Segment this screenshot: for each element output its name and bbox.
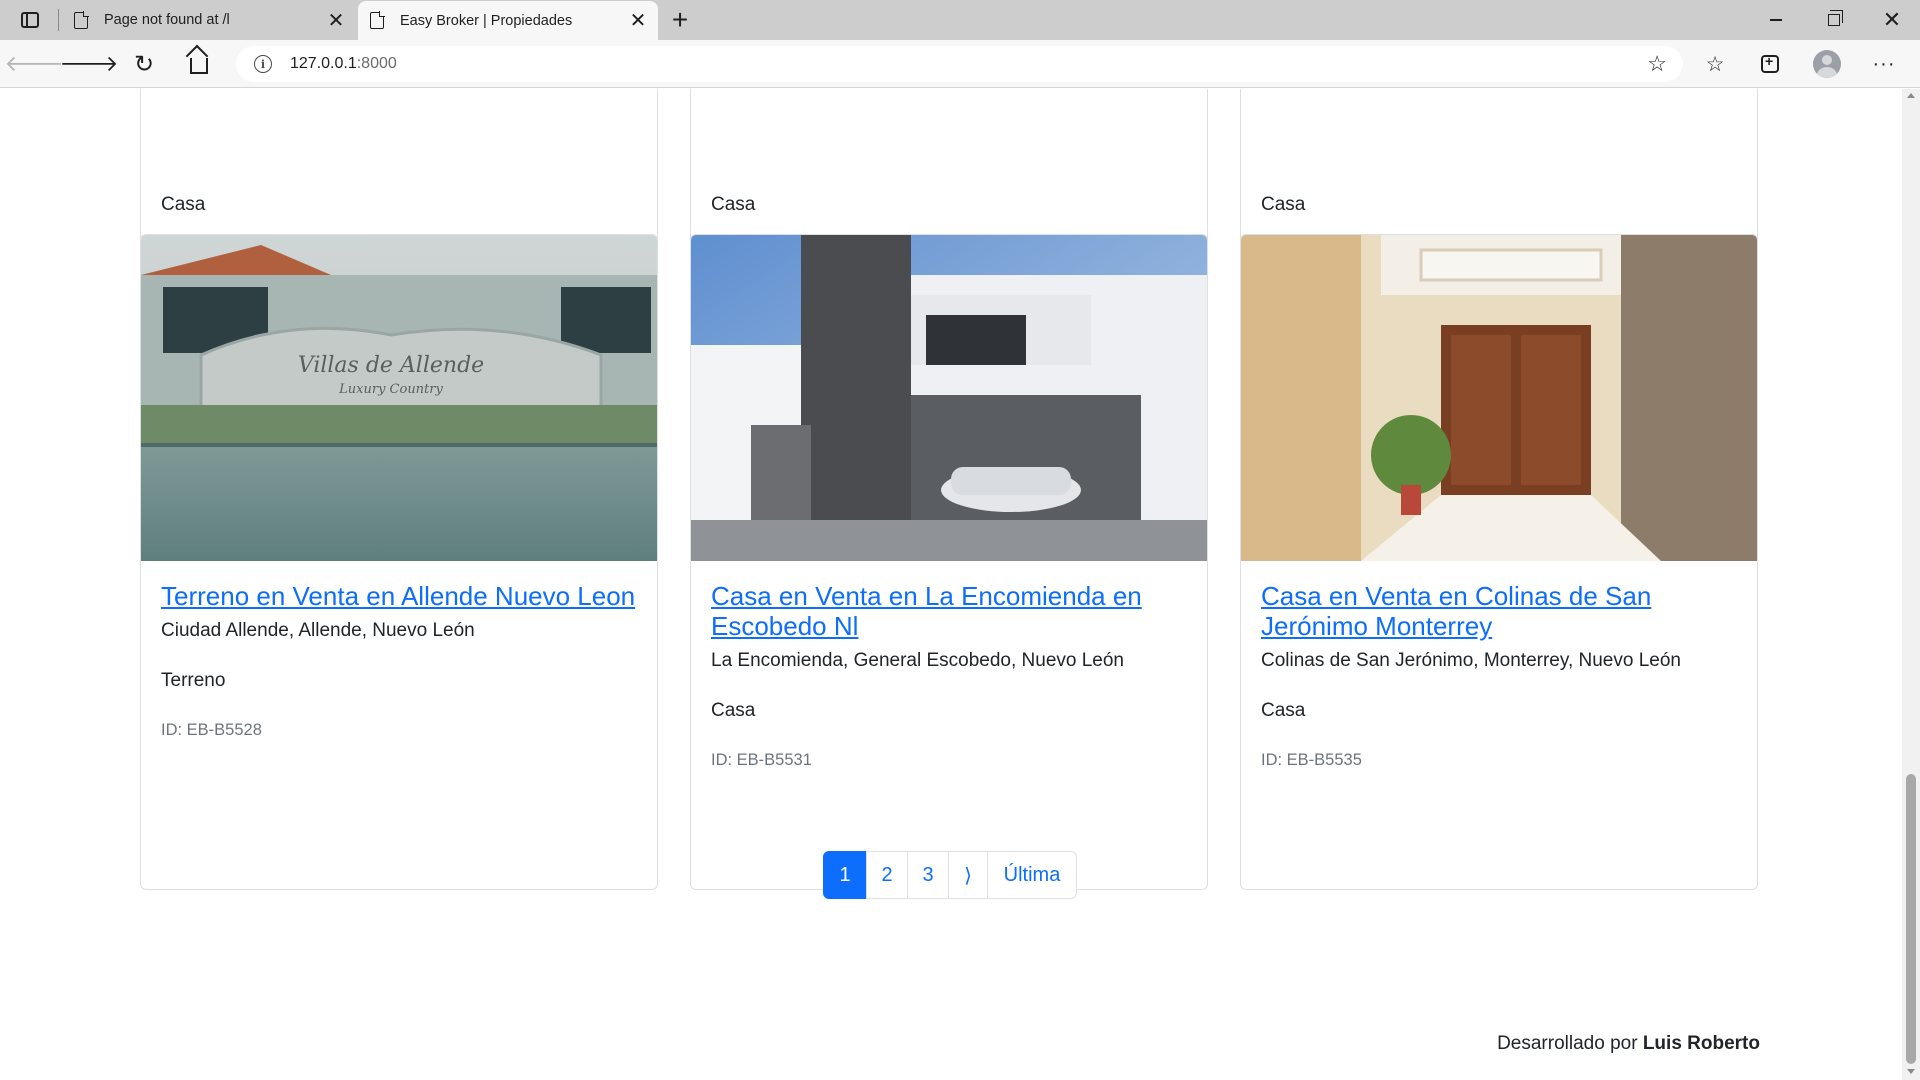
new-tab-button[interactable]: + — [664, 4, 696, 36]
page-link-1[interactable]: 1 — [823, 851, 867, 899]
property-type: Casa — [1261, 700, 1306, 721]
restore-button[interactable] — [1806, 0, 1862, 40]
sign-text: Villas de Allende — [298, 353, 484, 378]
tab-close-icon[interactable]: ✕ — [322, 6, 350, 34]
footer-prefix: Desarrollado por — [1497, 1033, 1638, 1054]
scroll-down-arrow[interactable] — [1907, 1069, 1915, 1074]
browser-toolbar: 🡐 🡒 ↻ i 127.0.0.1:8000 ☆ ☆ ··· — [0, 40, 1920, 88]
sign-subtext: Luxury Country — [338, 382, 443, 397]
page-icon — [370, 11, 385, 29]
reload-icon[interactable]: ↻ — [126, 48, 162, 80]
property-type: Terreno — [161, 670, 226, 691]
page-viewport: Casa ID: EB-B5517 Casa ID: EB-B5519 Casa… — [0, 89, 1902, 1080]
page-link-3[interactable]: 3 — [907, 851, 949, 899]
property-type: Casa — [711, 700, 756, 721]
home-icon[interactable] — [181, 48, 217, 80]
page-icon — [74, 10, 89, 29]
address-bar[interactable]: i 127.0.0.1:8000 ☆ — [236, 46, 1683, 82]
property-location: La Encomienda, General Escobedo, Nuevo L… — [711, 650, 1124, 671]
property-id: ID: EB-B5535 — [1261, 751, 1362, 769]
property-card: Casa en Venta en Colinas de San Jerónimo… — [1240, 234, 1758, 890]
minimize-button[interactable] — [1748, 0, 1804, 40]
tab-easy-broker[interactable]: Easy Broker | Propiedades ✕ — [358, 1, 658, 40]
footer-author: Luis Roberto — [1642, 1033, 1760, 1054]
property-card: Casa en Venta en La Encomienda en Escobe… — [690, 234, 1208, 890]
card-type: Casa — [161, 194, 206, 215]
card-type: Casa — [1261, 194, 1306, 215]
property-photo[interactable] — [691, 235, 1207, 561]
window-close-button[interactable]: ✕ — [1864, 0, 1920, 40]
property-photo[interactable]: Villas de Allende Luxury Country — [141, 235, 657, 561]
url-host: 127.0.0.1 — [290, 55, 357, 72]
more-icon[interactable]: ··· — [1866, 48, 1902, 80]
property-location: Colinas de San Jerónimo, Monterrey, Nuev… — [1261, 650, 1681, 671]
last-page-link[interactable]: Última — [987, 851, 1077, 899]
page-scrollbar[interactable] — [1902, 89, 1920, 1080]
property-location: Ciudad Allende, Allende, Nuevo León — [161, 620, 475, 641]
tab-strip: Page not found at /l ✕ Easy Broker | Pro… — [0, 0, 1920, 40]
profile-icon[interactable] — [1809, 48, 1845, 80]
back-icon[interactable]: 🡐 — [5, 48, 64, 80]
pagination: 1 2 3 ⟩ Última — [823, 851, 1077, 899]
property-id: ID: EB-B5528 — [161, 721, 262, 739]
tab-page-not-found[interactable]: Page not found at /l ✕ — [62, 0, 356, 40]
site-info-icon[interactable]: i — [254, 55, 272, 73]
collections-icon[interactable] — [1752, 48, 1788, 80]
forward-icon[interactable]: 🡒 — [60, 48, 119, 80]
tab-title: Easy Broker | Propiedades — [400, 12, 573, 29]
property-id: ID: EB-B5531 — [711, 751, 812, 769]
tab-separator — [58, 9, 59, 31]
property-title-link[interactable]: Casa en Venta en La Encomienda en Escobe… — [711, 581, 1187, 641]
property-title-link[interactable]: Casa en Venta en Colinas de San Jerónimo… — [1261, 581, 1737, 641]
next-page-link[interactable]: ⟩ — [948, 851, 988, 899]
url-text[interactable]: 127.0.0.1:8000 — [290, 55, 397, 73]
property-title-link[interactable]: Terreno en Venta en Allende Nuevo Leon — [161, 581, 637, 611]
page-link-2[interactable]: 2 — [866, 851, 908, 899]
tab-title: Page not found at /l — [104, 12, 230, 28]
favorites-icon[interactable]: ☆ — [1697, 48, 1733, 80]
scroll-thumb[interactable] — [1906, 774, 1916, 1064]
scroll-up-arrow[interactable] — [1907, 93, 1915, 98]
add-favorite-icon[interactable]: ☆ — [1647, 51, 1667, 77]
property-card: Villas de Allende Luxury Country Terreno… — [140, 234, 658, 890]
url-port: :8000 — [356, 55, 397, 72]
property-photo[interactable] — [1241, 235, 1757, 561]
tab-actions-icon[interactable] — [14, 7, 46, 33]
card-type: Casa — [711, 194, 756, 215]
tab-close-icon[interactable]: ✕ — [624, 7, 652, 35]
footer-credit: Desarrollado por Luis Roberto — [1497, 1033, 1760, 1055]
